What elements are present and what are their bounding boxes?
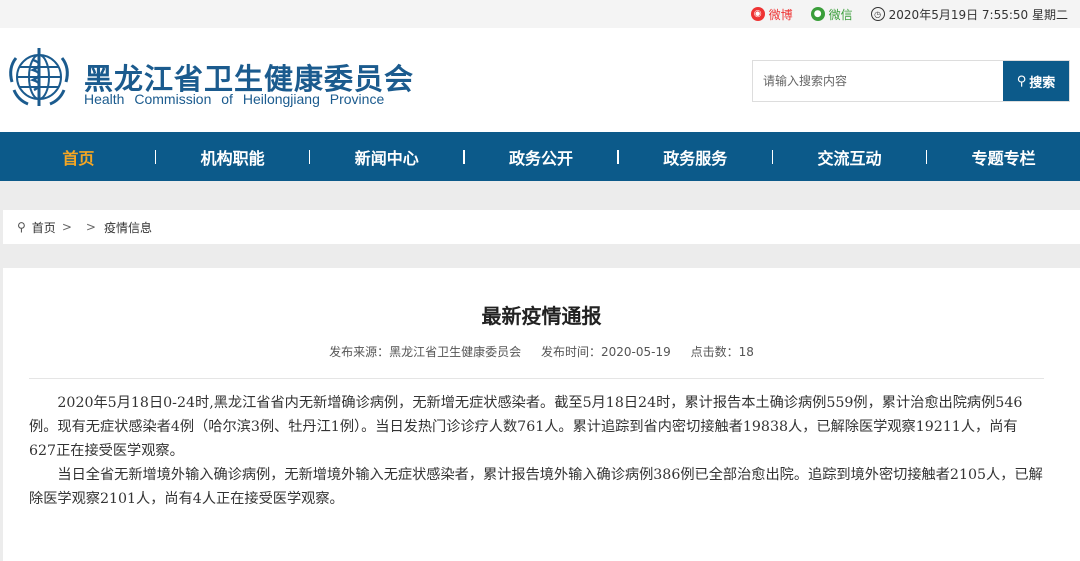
- search-button[interactable]: ⚲ 搜索: [1003, 61, 1069, 101]
- weibo-icon: ◉: [750, 7, 765, 21]
- wechat-link[interactable]: ● 微信: [810, 6, 853, 23]
- article: 最新疫情通报 发布来源：黑龙江省卫生健康委员会 发布时间：2020-05-19 …: [3, 268, 1080, 561]
- search-box: ⚲ 搜索: [752, 60, 1070, 102]
- nav-item-topics[interactable]: 专题专栏: [927, 145, 1080, 169]
- weibo-label: 微博: [768, 7, 793, 22]
- nav-item-home[interactable]: 首页: [2, 145, 155, 169]
- datetime-text: 2020年5月19日 7:55:50 星期二: [888, 7, 1068, 22]
- article-paragraph: 当日全省无新增境外输入确诊病例，无新增境外输入无症状感染者，累计报告境外输入确诊…: [29, 467, 1043, 507]
- site-subtitle: Health Commission of Heilongjiang Provin…: [84, 91, 385, 107]
- clock-icon: ◷: [870, 7, 885, 21]
- breadcrumb-current[interactable]: 疫情信息: [104, 219, 152, 236]
- nav-item-gov-info[interactable]: 政务公开: [465, 145, 618, 169]
- article-title: 最新疫情通报: [481, 304, 602, 328]
- article-clicks: 点击数：18: [690, 345, 754, 359]
- search-button-label: 搜索: [1029, 75, 1056, 91]
- breadcrumb-home[interactable]: 首页: [32, 219, 56, 236]
- breadcrumb-separator: >: [61, 220, 72, 234]
- article-body: 2020年5月18日0-24时,黑龙江省省内无新增确诊病例，无新增无症状感染者。…: [3, 391, 1080, 511]
- search-input[interactable]: [753, 61, 1003, 101]
- article-meta: 发布来源：黑龙江省卫生健康委员会 发布时间：2020-05-19 点击数：18: [3, 343, 1080, 360]
- divider: [29, 378, 1044, 379]
- wechat-label: 微信: [828, 7, 853, 22]
- nav-item-interaction[interactable]: 交流互动: [773, 145, 926, 169]
- top-bar: ◉ 微博 ● 微信 ◷ 2020年5月19日 7:55:50 星期二: [0, 0, 1080, 28]
- datetime: ◷ 2020年5月19日 7:55:50 星期二: [870, 6, 1068, 23]
- who-emblem-logo[interactable]: [4, 42, 74, 112]
- nav-item-news[interactable]: 新闻中心: [310, 145, 463, 169]
- wechat-icon: ●: [810, 7, 825, 21]
- weibo-link[interactable]: ◉ 微博: [750, 6, 793, 23]
- location-pin-icon: ⚲: [17, 220, 26, 234]
- article-time: 发布时间：2020-05-19: [540, 345, 671, 359]
- breadcrumb: ⚲ 首页 > > 疫情信息: [3, 210, 1080, 244]
- header: 黑龙江省卫生健康委员会 Health Commission of Heilong…: [0, 28, 1080, 132]
- nav-item-gov-services[interactable]: 政务服务: [619, 145, 772, 169]
- main-nav: 首页 机构职能 新闻中心 政务公开 政务服务 交流互动 专题专栏: [0, 132, 1080, 181]
- search-icon: ⚲: [1016, 73, 1027, 89]
- article-source: 发布来源：黑龙江省卫生健康委员会: [329, 345, 522, 359]
- breadcrumb-separator: >: [85, 220, 96, 234]
- nav-item-functions[interactable]: 机构职能: [156, 145, 309, 169]
- article-paragraph: 2020年5月18日0-24时,黑龙江省省内无新增确诊病例，无新增无症状感染者。…: [29, 395, 1023, 459]
